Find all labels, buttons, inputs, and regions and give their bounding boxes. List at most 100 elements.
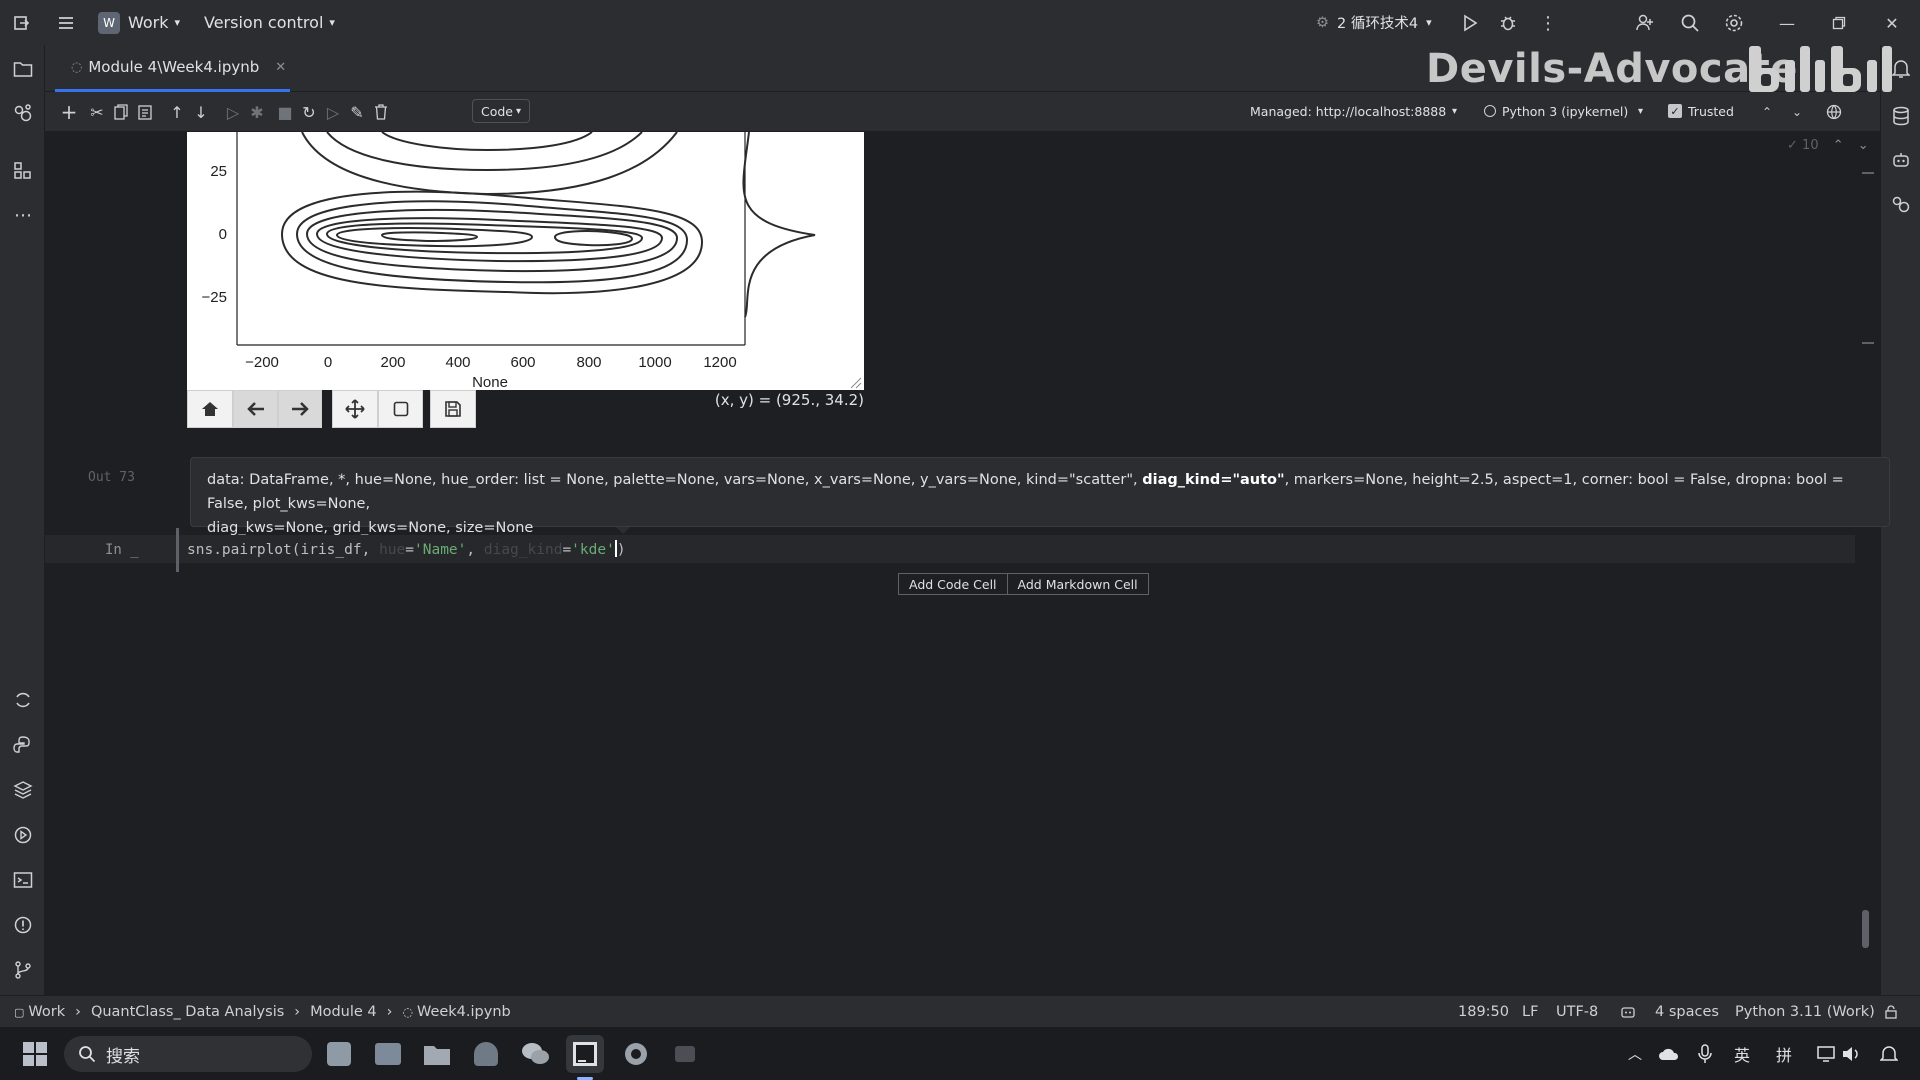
ide-logo-icon[interactable] <box>10 11 34 35</box>
breadcrumb-item[interactable]: QuantClass_ Data Analysis <box>91 1004 284 1020</box>
indent-setting[interactable]: 4 spaces <box>1655 996 1719 1028</box>
run-icon[interactable] <box>1458 11 1482 35</box>
code-editor-line[interactable]: sns.pairplot(iris_df, hue='Name', diag_k… <box>187 540 626 558</box>
paste-icon[interactable] <box>133 100 157 124</box>
python-console-icon[interactable] <box>11 733 35 757</box>
main-menu-icon[interactable] <box>54 11 78 35</box>
run-config-selector[interactable]: ⚙ 2 循环技术4 ▾ <box>1316 0 1432 45</box>
jupyter-variables-icon[interactable] <box>1889 192 1913 216</box>
database-icon[interactable] <box>1889 104 1913 128</box>
debug-icon[interactable] <box>1496 11 1520 35</box>
cell-type-select[interactable]: Code ▾ <box>472 99 530 123</box>
add-user-icon[interactable] <box>1633 11 1657 35</box>
pan-icon[interactable] <box>332 390 378 428</box>
project-selector[interactable]: W Work ▾ <box>98 0 180 45</box>
chevron-down-icon[interactable]: ⌄ <box>1785 100 1809 124</box>
file-explorer-icon[interactable] <box>418 1035 456 1073</box>
line-separator[interactable]: LF <box>1522 996 1538 1028</box>
x-tick-label: 600 <box>510 354 535 371</box>
delete-icon[interactable] <box>369 100 393 124</box>
close-icon[interactable]: ✕ <box>1880 11 1904 35</box>
kernel-select[interactable]: Python 3 (ipykernel) ▾ <box>1476 99 1651 123</box>
services-icon[interactable] <box>11 823 35 847</box>
add-markdown-cell-button[interactable]: Add Markdown Cell <box>1007 573 1149 595</box>
run-all-icon[interactable]: ▷ <box>321 100 345 124</box>
inspection-widget[interactable]: ✓ 10 ⌃ ⌄ <box>1787 138 1869 153</box>
run-cell-icon[interactable]: ▷ <box>221 100 245 124</box>
volume-icon[interactable] <box>1842 1027 1860 1080</box>
parameter-hint: diag_kind <box>483 542 563 558</box>
app-icon[interactable] <box>666 1035 704 1073</box>
tab-week4-notebook[interactable]: ◌ Module 4\Week4.ipynb ✕ <box>55 45 290 92</box>
app-icon[interactable] <box>320 1035 358 1073</box>
terminal-icon[interactable] <box>11 868 35 892</box>
tray-overflow-icon[interactable]: ︿ <box>1628 1027 1642 1080</box>
browser-icon[interactable] <box>617 1035 655 1073</box>
more-vertical-icon[interactable]: ⋮ <box>1536 11 1560 35</box>
code-token: = <box>405 542 414 558</box>
git-icon[interactable] <box>11 958 35 982</box>
layers-icon[interactable] <box>11 778 35 802</box>
add-cell-icon[interactable]: + <box>57 100 81 124</box>
settings-icon[interactable] <box>1722 11 1746 35</box>
save-figure-icon[interactable] <box>430 390 476 428</box>
breadcrumb-item[interactable]: Module 4 <box>310 1004 377 1020</box>
search-icon[interactable] <box>1678 11 1702 35</box>
more-tools-icon[interactable]: ⋯ <box>11 203 35 227</box>
microphone-icon[interactable] <box>1698 1027 1712 1080</box>
app-icon[interactable] <box>467 1035 505 1073</box>
version-control-menu[interactable]: Version control ▾ <box>204 0 335 45</box>
ai-assistant-status-icon[interactable] <box>1620 996 1636 1028</box>
home-icon[interactable] <box>187 390 233 428</box>
trusted-toggle[interactable]: ✓ Trusted <box>1660 99 1750 123</box>
move-up-icon[interactable]: ↑ <box>165 100 189 124</box>
onedrive-icon[interactable] <box>1658 1027 1680 1080</box>
tab-close-icon[interactable]: ✕ <box>275 60 286 75</box>
restart-kernel-icon[interactable]: ↻ <box>297 100 321 124</box>
ai-assistant-icon[interactable] <box>1889 148 1913 172</box>
zoom-rect-icon[interactable] <box>378 390 423 428</box>
problems-icon[interactable] <box>11 913 35 937</box>
clear-outputs-icon[interactable]: ✎ <box>345 100 369 124</box>
folder-icon[interactable] <box>11 57 35 81</box>
lock-icon[interactable] <box>1884 996 1898 1028</box>
breadcrumb-item[interactable]: ▢ Work <box>14 1004 65 1020</box>
file-encoding[interactable]: UTF-8 <box>1556 996 1598 1028</box>
caret-position[interactable]: 189:50 <box>1458 996 1509 1028</box>
restore-icon[interactable] <box>1827 11 1851 35</box>
breadcrumb-item[interactable]: ◌ Week4.ipynb <box>402 1004 510 1020</box>
move-down-icon[interactable]: ↓ <box>189 100 213 124</box>
refresh-icon[interactable] <box>11 688 35 712</box>
pycharm-icon[interactable] <box>566 1035 604 1073</box>
globe-icon[interactable] <box>1822 100 1846 124</box>
back-icon[interactable] <box>233 390 278 428</box>
debug-cell-icon[interactable]: ✱ <box>245 100 269 124</box>
jupyter-icon[interactable] <box>11 101 35 125</box>
app-icon[interactable] <box>369 1035 407 1073</box>
server-select[interactable]: Managed: http://localhost:8888 ▾ <box>1242 99 1465 123</box>
notification-center-icon[interactable] <box>1880 1027 1898 1080</box>
wechat-icon[interactable] <box>516 1035 554 1073</box>
chevron-up-icon[interactable]: ⌃ <box>1833 138 1844 153</box>
kde-plot-output[interactable]: 25 0 −25 −200 0 200 400 600 800 1000 120… <box>187 132 864 390</box>
code-token: = <box>562 542 572 558</box>
structure-icon[interactable] <box>11 159 35 183</box>
minimize-icon[interactable]: — <box>1775 11 1799 35</box>
copy-icon[interactable] <box>109 100 133 124</box>
checkbox-icon[interactable]: ✓ <box>1668 104 1682 118</box>
start-menu-icon[interactable] <box>16 1035 54 1073</box>
stop-icon[interactable]: ■ <box>273 100 297 124</box>
chevron-up-icon[interactable]: ⌃ <box>1755 100 1779 124</box>
python-interpreter[interactable]: Python 3.11 (Work) <box>1735 996 1875 1028</box>
chevron-down-icon[interactable]: ⌄ <box>1858 138 1869 153</box>
version-control-label: Version control <box>204 13 324 32</box>
forward-icon[interactable] <box>278 390 322 428</box>
ime-mode-indicator[interactable]: 拼 <box>1776 1027 1792 1080</box>
add-code-cell-button[interactable]: Add Code Cell <box>898 573 1008 595</box>
taskbar-search[interactable]: 搜索 <box>64 1036 312 1072</box>
scrollbar-thumb[interactable] <box>1862 910 1869 948</box>
network-icon[interactable] <box>1817 1027 1837 1080</box>
cut-icon[interactable]: ✂ <box>85 100 109 124</box>
ime-language-indicator[interactable]: 英 <box>1734 1027 1750 1080</box>
x-tick-label: 800 <box>576 354 601 371</box>
